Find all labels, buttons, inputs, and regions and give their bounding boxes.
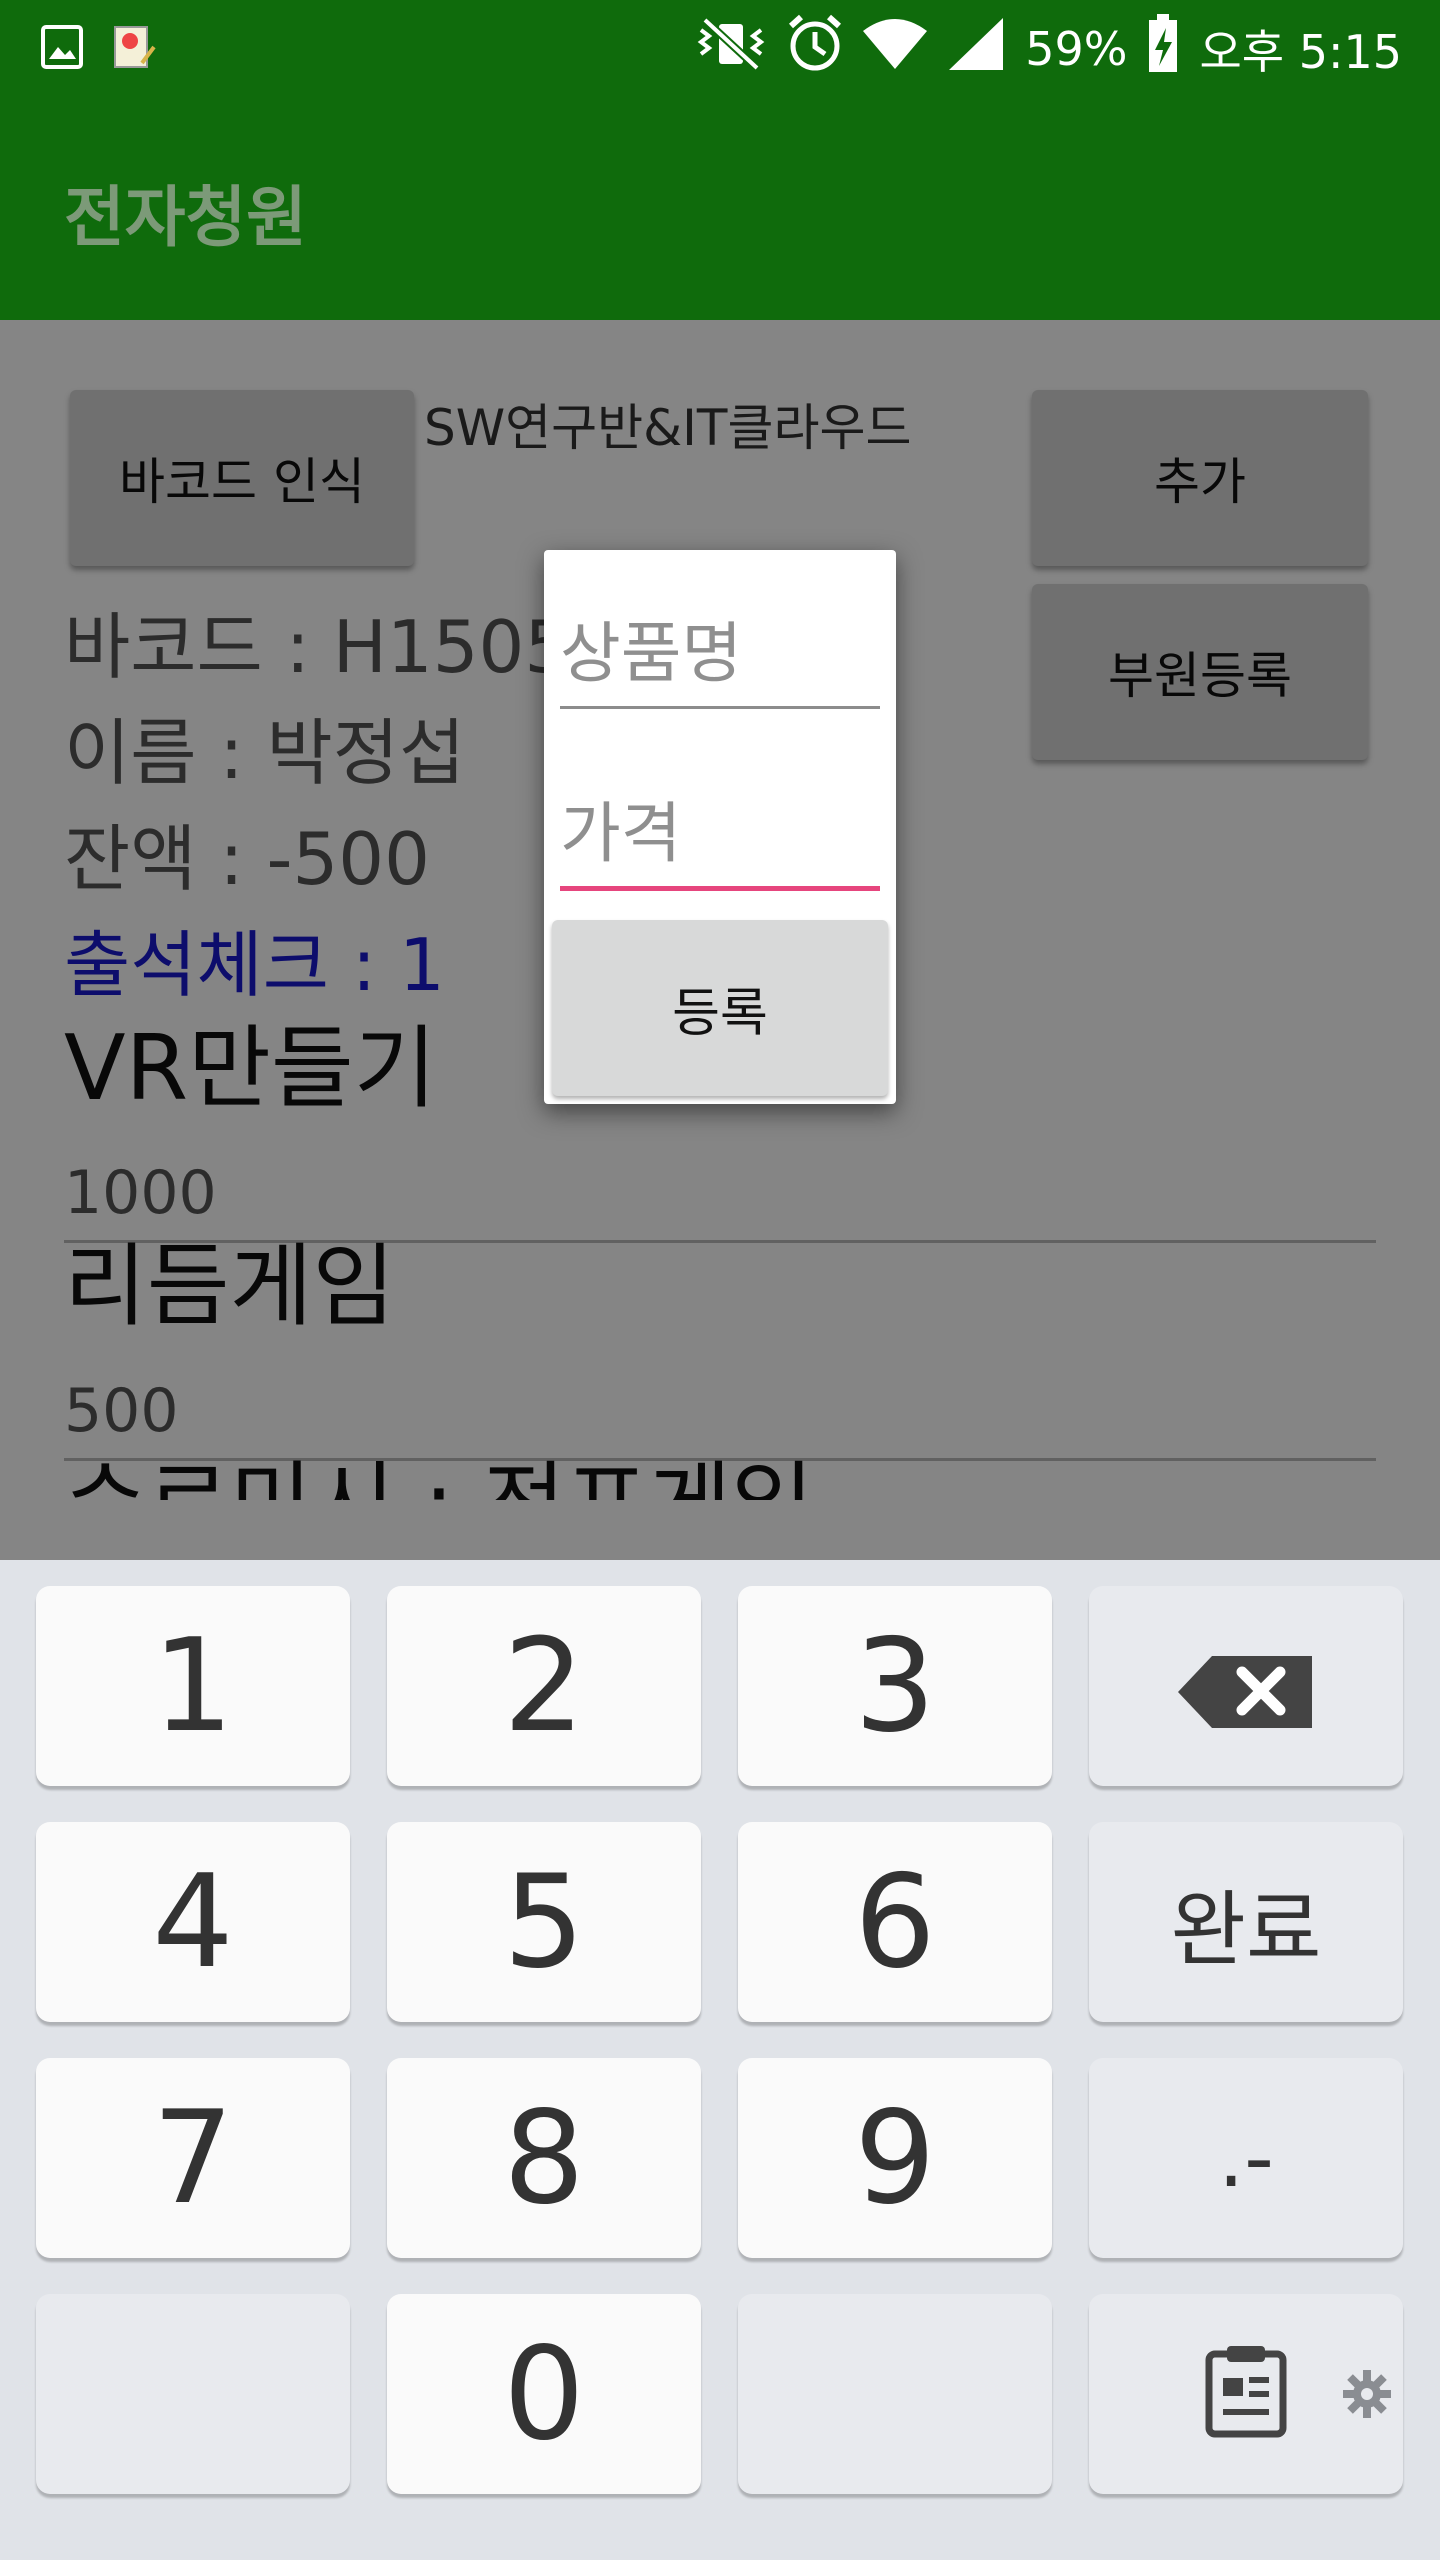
wifi-icon	[863, 17, 928, 82]
price-field[interactable]: 가격	[560, 780, 880, 891]
notification-app-icon	[112, 22, 156, 72]
product-name-field[interactable]: 상품명	[560, 600, 880, 709]
gear-icon[interactable]	[1341, 2302, 1393, 2451]
key-1[interactable]: 1	[36, 1586, 350, 1786]
backspace-key[interactable]	[1089, 1586, 1403, 1786]
alarm-icon	[787, 14, 843, 85]
key-0[interactable]: 0	[387, 2294, 701, 2494]
battery-percent: 59%	[1025, 22, 1128, 76]
battery-charging-icon	[1147, 13, 1179, 85]
blank-key[interactable]	[36, 2294, 350, 2494]
done-key[interactable]: 완료	[1089, 1822, 1403, 2022]
status-icons-right: 59% 오후 5:15	[695, 13, 1402, 85]
blank-key[interactable]	[738, 2294, 1052, 2494]
key-6[interactable]: 6	[738, 1822, 1052, 2022]
app-bar: 전자청원	[0, 98, 1440, 320]
key-4[interactable]: 4	[36, 1822, 350, 2022]
image-icon	[40, 22, 84, 72]
numeric-keyboard: 1 2 3 4 5 6 완료 7 8 9 .- 0	[0, 1560, 1440, 2560]
signal-icon	[947, 16, 1005, 83]
clipboard-key[interactable]	[1089, 2294, 1403, 2494]
app-title: 전자청원	[64, 179, 307, 256]
register-button[interactable]: 등록	[552, 920, 888, 1096]
key-7[interactable]: 7	[36, 2058, 350, 2258]
punctuation-key[interactable]: .-	[1089, 2058, 1403, 2258]
key-2[interactable]: 2	[387, 1586, 701, 1786]
key-9[interactable]: 9	[738, 2058, 1052, 2258]
clipboard-icon	[1203, 2320, 1289, 2469]
add-item-dialog: 상품명 가격 등록	[544, 550, 896, 1104]
status-icons-left	[40, 22, 156, 72]
backspace-icon	[1176, 1612, 1316, 1761]
key-5[interactable]: 5	[387, 1822, 701, 2022]
vibrate-mute-icon	[695, 16, 767, 83]
status-bar: 59% 오후 5:15	[0, 0, 1440, 98]
clock: 오후 5:15	[1199, 25, 1402, 79]
key-3[interactable]: 3	[738, 1586, 1052, 1786]
key-8[interactable]: 8	[387, 2058, 701, 2258]
